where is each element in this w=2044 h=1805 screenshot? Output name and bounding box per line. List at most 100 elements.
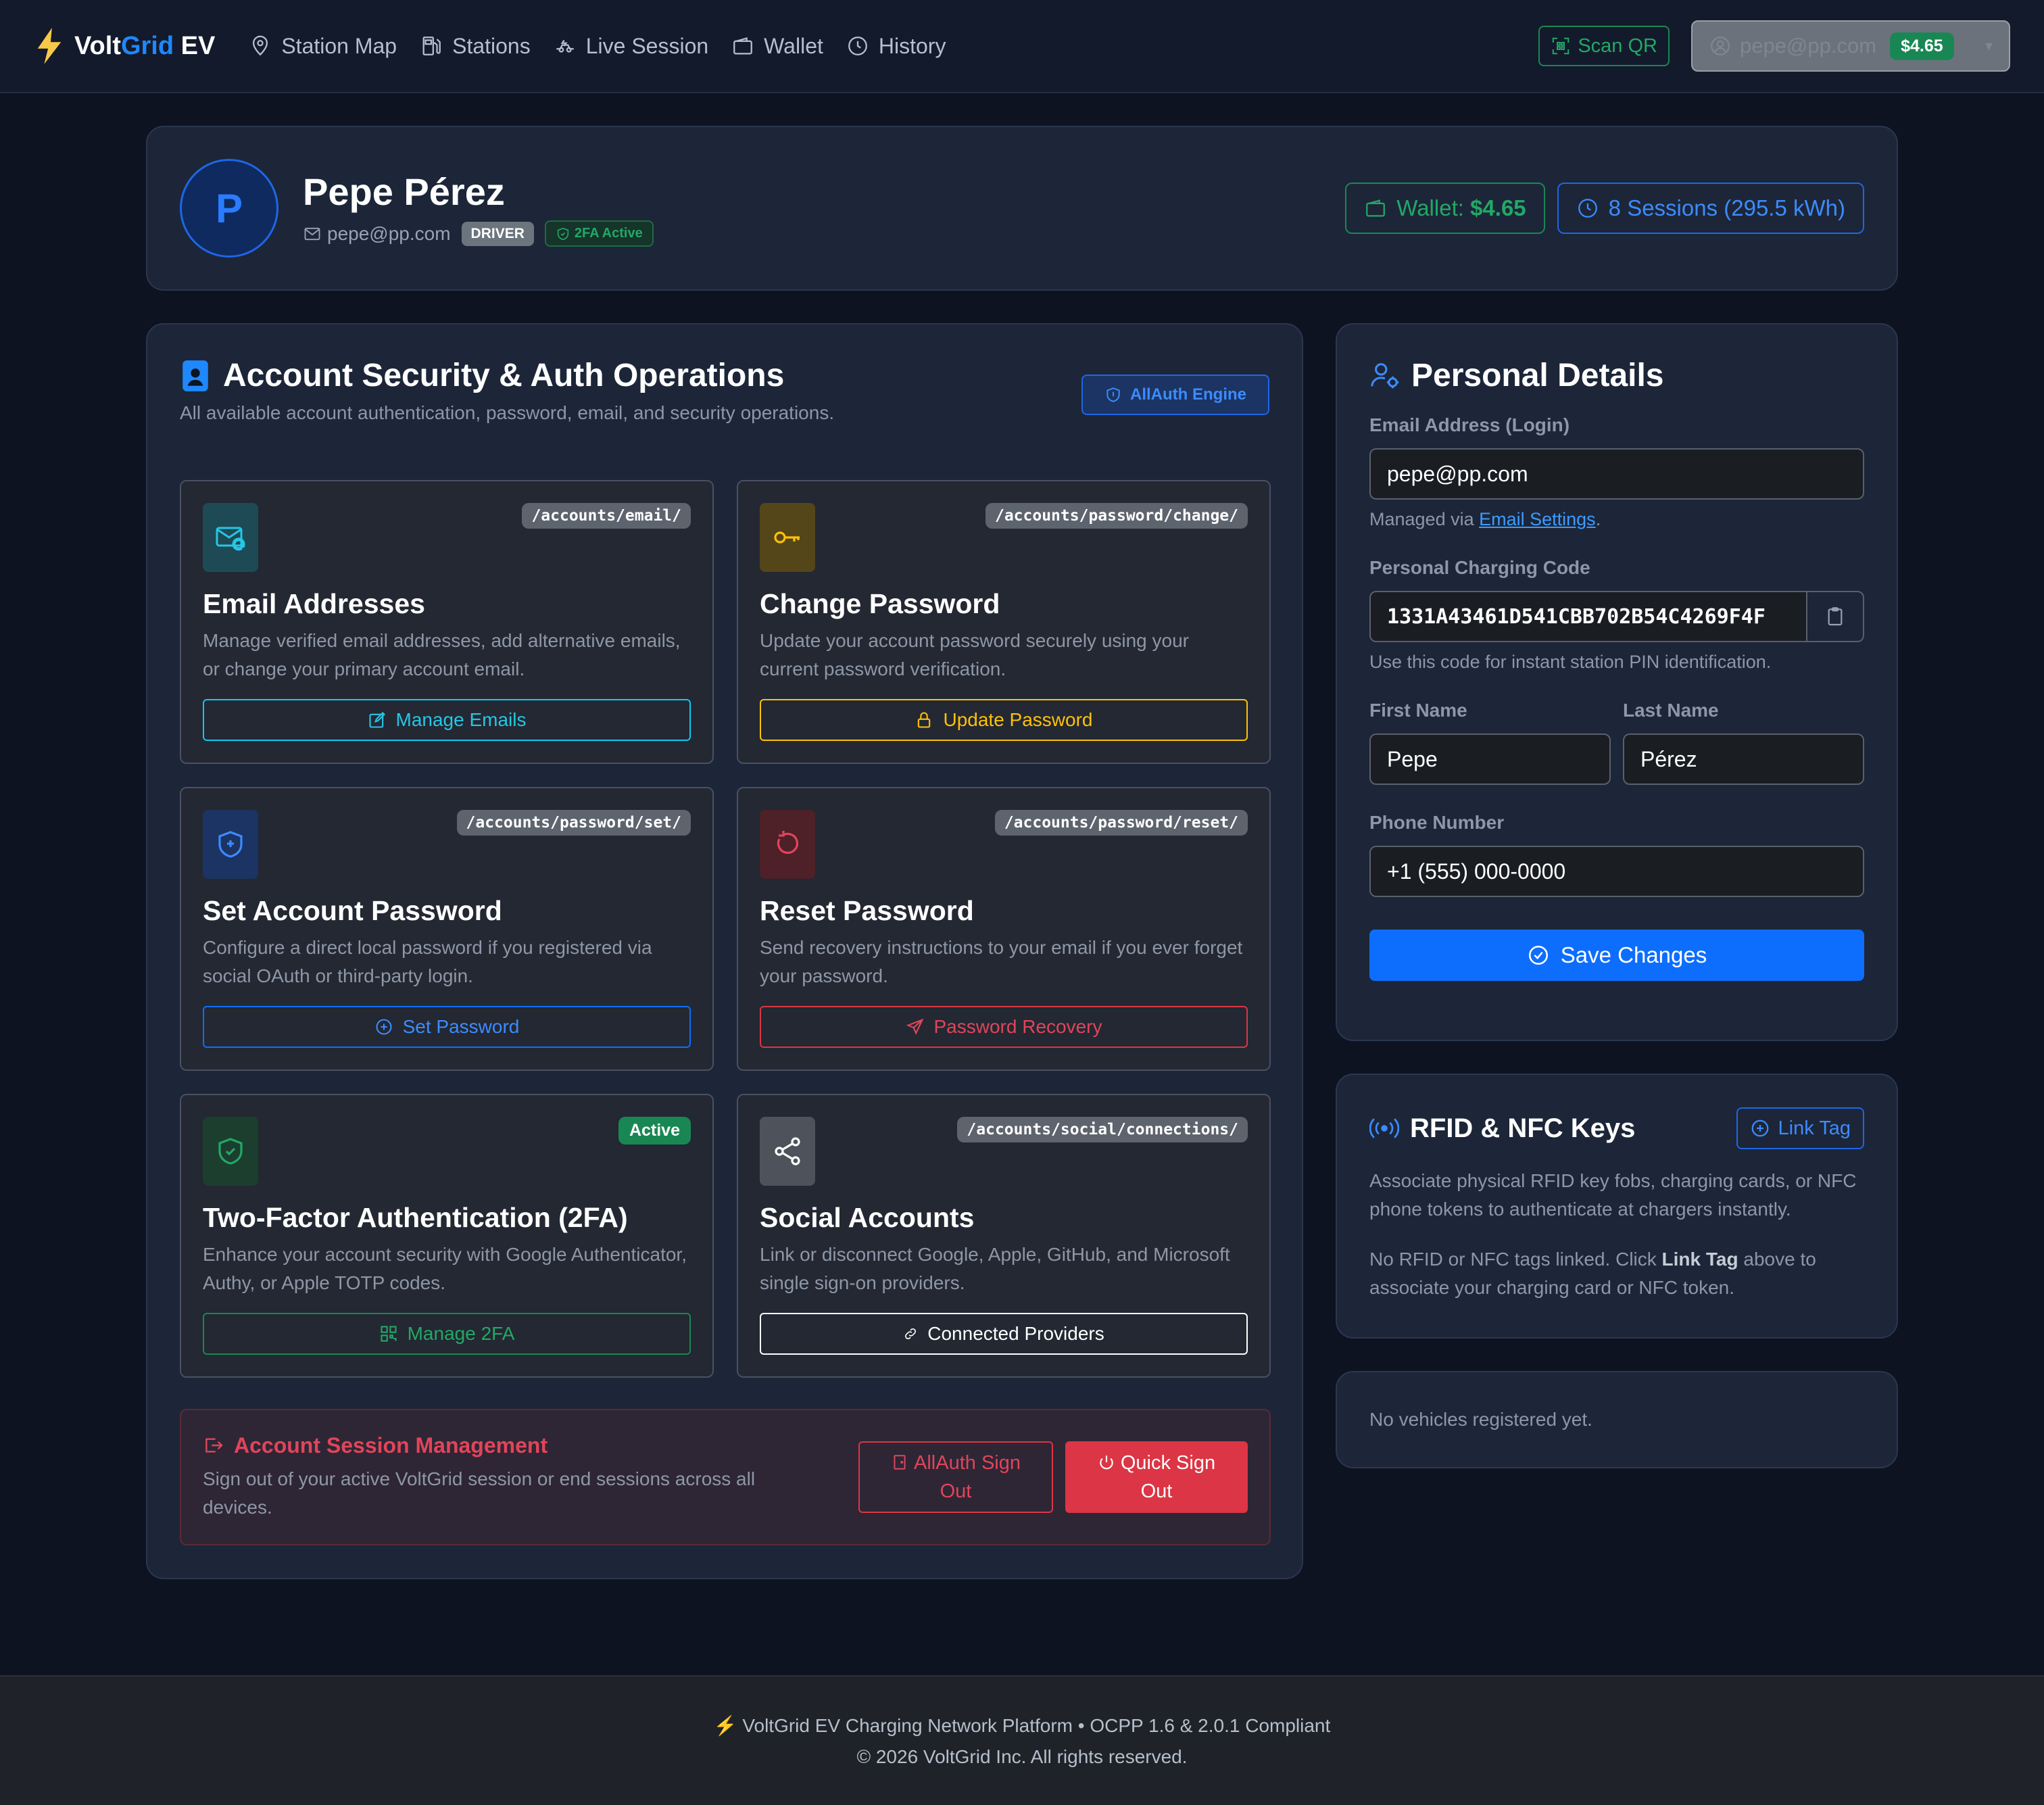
vehicles-card: No vehicles registered yet.: [1336, 1371, 1898, 1468]
tile-icon-box: [203, 810, 258, 879]
connected-providers-button[interactable]: Connected Providers: [760, 1313, 1248, 1355]
nav-link-stations[interactable]: Stations: [420, 34, 531, 59]
last-name-label: Last Name: [1623, 700, 1719, 721]
fuel-pump-icon: [422, 37, 441, 55]
rfid-title-text: RFID & NFC Keys: [1410, 1113, 1636, 1143]
tile-description: Manage verified email addresses, add alt…: [203, 630, 681, 679]
profile-name: Pepe Pérez: [303, 170, 505, 213]
manage-2fa-button[interactable]: Manage 2FA: [203, 1313, 691, 1355]
lock-icon: [918, 712, 931, 728]
nav-link-label: Station Map: [281, 33, 397, 58]
update-password-button[interactable]: Update Password: [760, 699, 1248, 741]
personal-details-title: Personal Details: [1369, 357, 1864, 394]
phone-field[interactable]: +1 (555) 000-0000: [1369, 846, 1864, 897]
password-recovery-button[interactable]: Password Recovery: [760, 1006, 1248, 1048]
tile-title: Two-Factor Authentication (2FA): [203, 1202, 628, 1233]
tile-set-password: /accounts/password/set/ Set Account Pass…: [180, 787, 714, 1071]
top-navbar: VoltGrid EV Station Map Stations Live Se…: [0, 0, 2044, 93]
tile-title: Social Accounts: [760, 1202, 975, 1233]
nav-link-live-session[interactable]: Live Session: [554, 34, 708, 59]
twofa-badge-label: 2FA Active: [574, 226, 643, 241]
pencil-square-icon: [368, 712, 385, 728]
email-label: Email Address (Login): [1369, 414, 1570, 435]
avatar: P: [180, 159, 278, 258]
save-changes-button[interactable]: Save Changes: [1369, 930, 1864, 981]
set-password-button[interactable]: Set Password: [203, 1006, 691, 1048]
tile-title: Set Account Password: [203, 895, 502, 926]
brand-logo[interactable]: VoltGrid EV: [34, 26, 215, 66]
clipboard-icon: [1828, 607, 1843, 626]
footer-platform-text: VoltGrid EV Charging Network Platform • …: [742, 1714, 1331, 1736]
lightning-icon: [37, 28, 62, 64]
clock-icon: [848, 37, 867, 55]
tile-icon-box: [760, 503, 815, 572]
rfid-empty-bold: Link Tag: [1661, 1249, 1738, 1270]
manage-emails-button[interactable]: Manage Emails: [203, 699, 691, 741]
clock-icon: [1578, 199, 1597, 218]
nav-link-station-map[interactable]: Station Map: [249, 34, 397, 59]
allauth-engine-badge: AllAuth Engine: [1081, 375, 1269, 415]
twofa-status-badge: 2FA Active: [544, 220, 654, 247]
update-password-label: Update Password: [943, 709, 1093, 730]
email-field[interactable]: pepe@pp.com: [1369, 448, 1864, 500]
tile-email-addresses: /accounts/email/ Email Addresses Manage …: [180, 480, 714, 764]
id-badge-icon: [182, 360, 208, 391]
tile-icon-box: [203, 503, 258, 572]
rfid-nfc-card: RFID & NFC Keys Link Tag Associate physi…: [1336, 1074, 1898, 1339]
email-settings-link[interactable]: Email Settings: [1479, 509, 1596, 529]
allauth-sign-out-button[interactable]: AllAuth Sign Out: [858, 1441, 1053, 1513]
security-section-title: Account Security & Auth Operations: [180, 357, 834, 394]
password-recovery-label: Password Recovery: [933, 1016, 1102, 1037]
user-menu-dropdown[interactable]: pepe@pp.com $4.65 ▾: [1691, 20, 2010, 72]
sessions-label: 8 Sessions (295.5 kWh): [1608, 195, 1845, 220]
personal-details-title-text: Personal Details: [1411, 358, 1664, 393]
plus-circle-icon: [1751, 1120, 1768, 1137]
lightning-icon: ⚡: [713, 1714, 737, 1736]
link-tag-button[interactable]: Link Tag: [1736, 1107, 1864, 1149]
route-badge: /accounts/password/reset/: [994, 810, 1248, 836]
session-title-text: Account Session Management: [234, 1433, 548, 1458]
manage-2fa-label: Manage 2FA: [407, 1323, 515, 1344]
manage-emails-label: Manage Emails: [395, 709, 527, 730]
tile-icon-box: [760, 1117, 815, 1186]
broadcast-icon: [1369, 1118, 1399, 1138]
ev-plug-icon: [556, 39, 574, 53]
user-email: pepe@pp.com: [1740, 34, 1877, 57]
scan-qr-label: Scan QR: [1578, 34, 1657, 57]
sessions-summary-button[interactable]: 8 Sessions (295.5 kWh): [1557, 183, 1864, 234]
tile-title: Email Addresses: [203, 588, 425, 619]
tile-icon-box: [203, 1117, 258, 1186]
first-name-label: First Name: [1369, 700, 1467, 721]
balance-badge: $4.65: [1890, 32, 1954, 60]
quick-sign-out-button[interactable]: Quick Sign Out: [1065, 1441, 1248, 1513]
scan-qr-button[interactable]: Scan QR: [1538, 26, 1670, 66]
qr-scan-icon: [1553, 37, 1570, 55]
tile-icon-box: [760, 810, 815, 879]
route-badge: /accounts/social/connections/: [957, 1117, 1248, 1142]
shield-check-icon: [557, 227, 569, 240]
copy-code-button[interactable]: [1807, 591, 1864, 642]
envelope-icon: [304, 227, 320, 240]
security-title-text: Account Security & Auth Operations: [223, 358, 785, 393]
nav-link-wallet[interactable]: Wallet: [731, 34, 823, 59]
route-badge: /accounts/password/change/: [985, 503, 1248, 529]
last-name-field[interactable]: Pérez: [1623, 733, 1864, 785]
tile-description: Link or disconnect Google, Apple, GitHub…: [760, 1244, 1230, 1293]
nav-link-history[interactable]: History: [846, 34, 946, 59]
nav-link-label: Stations: [452, 33, 531, 58]
user-circle-icon: [1711, 37, 1730, 55]
brand-name-volt: Volt: [74, 31, 121, 60]
charging-code-field[interactable]: 1331A43461D541CBB702B54C4269F4F: [1369, 591, 1807, 642]
charging-code-help: Use this code for instant station PIN id…: [1369, 652, 1772, 672]
wallet-balance-button[interactable]: Wallet: $4.65: [1345, 183, 1545, 234]
check-circle-icon: [1528, 945, 1548, 965]
wallet-value: $4.65: [1470, 195, 1526, 220]
profile-email: pepe@pp.com: [303, 223, 451, 245]
tile-social-accounts: /accounts/social/connections/ Social Acc…: [737, 1094, 1271, 1378]
phone-label: Phone Number: [1369, 812, 1505, 833]
nav-link-label: Wallet: [764, 33, 823, 58]
key-icon: [774, 531, 800, 544]
first-name-field[interactable]: Pepe: [1369, 733, 1611, 785]
email-help-suffix: .: [1595, 509, 1601, 529]
rfid-empty-state: No RFID or NFC tags linked. Click Link T…: [1369, 1245, 1864, 1302]
